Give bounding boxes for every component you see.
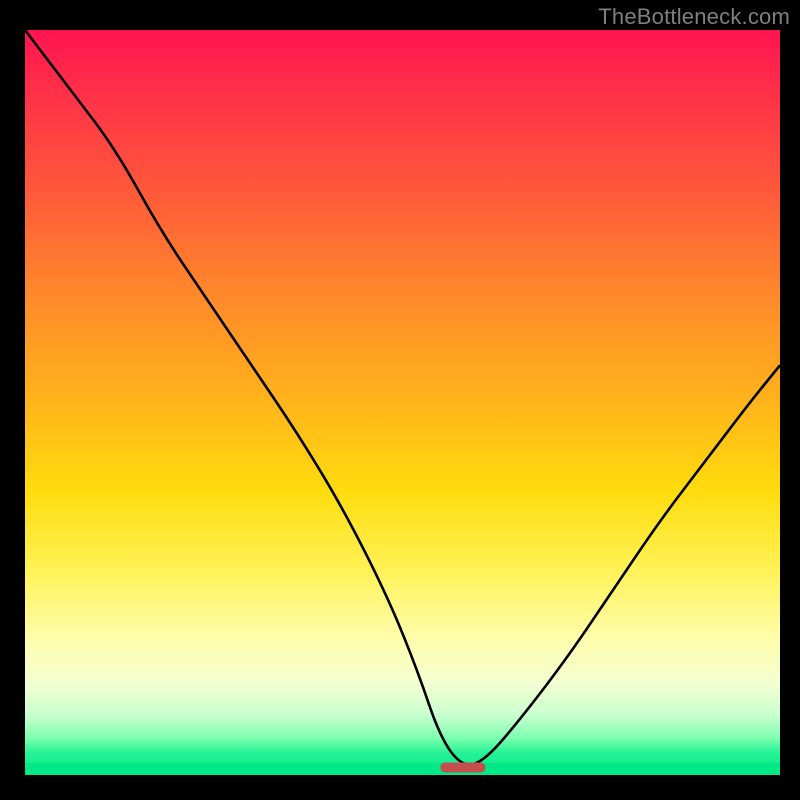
watermark-label: TheBottleneck.com bbox=[598, 4, 790, 30]
minimum-marker bbox=[440, 763, 485, 773]
chart-frame: TheBottleneck.com bbox=[0, 0, 800, 800]
bottleneck-curve bbox=[25, 30, 780, 775]
curve-path bbox=[25, 30, 780, 765]
minimum-marker-pill bbox=[440, 763, 485, 773]
plot-area bbox=[25, 30, 780, 775]
